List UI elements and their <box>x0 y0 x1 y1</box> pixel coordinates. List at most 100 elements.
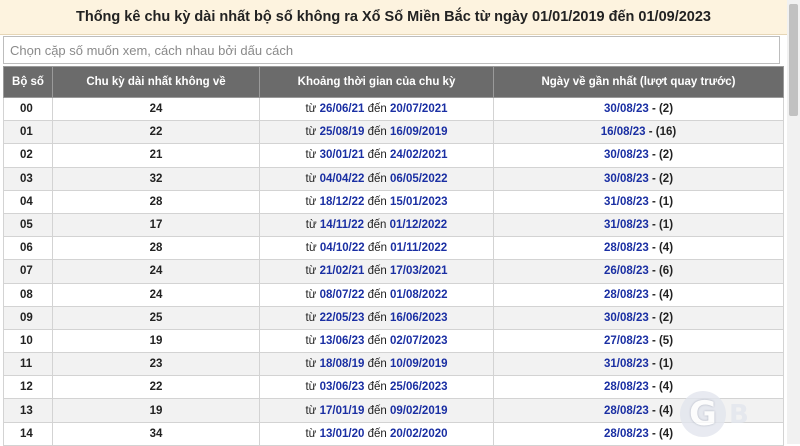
word-to: đến <box>367 311 387 324</box>
table-row: 10 19 từ 13/06/23 đến 02/07/2023 27/08/23 -… <box>3 328 784 354</box>
last-date-link[interactable]: 31/08/23 <box>604 196 649 208</box>
last-date-link[interactable]: 31/08/23 <box>604 358 649 370</box>
word-from: từ <box>305 103 317 116</box>
date-from-link[interactable]: 04/04/22 <box>320 173 365 185</box>
table-row: 06 28 từ 04/10/22 đến 01/11/2022 28/08/23 -… <box>3 236 784 261</box>
cell-period: từ 17/01/19 đến 09/02/2019 <box>259 398 494 423</box>
turns-count: - (2) <box>651 172 674 185</box>
cell-last-date: 28/08/23 - (4) <box>493 375 784 400</box>
last-date-link[interactable]: 30/08/23 <box>604 312 649 324</box>
last-date-link[interactable]: 30/08/23 <box>604 103 649 115</box>
last-date-link[interactable]: 31/08/23 <box>604 219 649 231</box>
last-date-link[interactable]: 26/08/23 <box>604 265 649 277</box>
word-to: đến <box>367 126 387 139</box>
date-from-link[interactable]: 04/10/22 <box>320 242 365 254</box>
word-from: từ <box>305 126 317 139</box>
cell-period: từ 25/08/19 đến 16/09/2019 <box>259 120 494 145</box>
date-from-link[interactable]: 03/06/23 <box>320 381 365 393</box>
word-to: đến <box>367 195 387 208</box>
table-row: 14 34 từ 13/01/20 đến 20/02/2020 28/08/23 -… <box>3 421 784 446</box>
date-to-link[interactable]: 20/02/2020 <box>390 428 448 440</box>
date-to-link[interactable]: 16/09/2019 <box>390 126 448 138</box>
cell-cycle: 23 <box>52 352 260 377</box>
date-from-link[interactable]: 14/11/22 <box>320 219 364 231</box>
date-to-link[interactable]: 24/02/2021 <box>390 149 448 161</box>
date-to-link[interactable]: 25/06/2023 <box>390 381 448 393</box>
cell-period: từ 13/06/23 đến 02/07/2023 <box>259 328 494 354</box>
turns-count: - (6) <box>651 265 674 278</box>
last-date-link[interactable]: 30/08/23 <box>604 173 649 185</box>
page-title: Thống kê chu kỳ dài nhất bộ số không ra … <box>0 0 787 35</box>
turns-count: - (4) <box>651 381 674 394</box>
turns-count: - (4) <box>651 242 674 255</box>
cell-pair: 05 <box>3 212 53 238</box>
date-to-link[interactable]: 01/12/2022 <box>390 219 448 231</box>
cell-period: từ 30/01/21 đến 24/02/2021 <box>259 143 494 168</box>
last-date-link[interactable]: 28/08/23 <box>604 381 649 393</box>
date-to-link[interactable]: 06/05/2022 <box>390 173 448 185</box>
turns-count: - (2) <box>651 103 674 116</box>
table-row: 05 17 từ 14/11/22 đến 01/12/2022 31/08/23 -… <box>3 212 784 238</box>
date-from-link[interactable]: 22/05/23 <box>320 312 365 324</box>
date-to-link[interactable]: 01/08/2022 <box>390 289 448 301</box>
cell-cycle: 34 <box>52 421 260 446</box>
word-from: từ <box>305 381 317 394</box>
date-from-link[interactable]: 17/01/19 <box>320 405 365 417</box>
date-from-link[interactable]: 13/06/23 <box>320 335 365 347</box>
last-date-link[interactable]: 30/08/23 <box>604 149 649 161</box>
date-to-link[interactable]: 10/09/2019 <box>390 358 448 370</box>
cell-period: từ 22/05/23 đến 16/06/2023 <box>259 305 494 330</box>
cell-last-date: 27/08/23 - (5) <box>493 328 784 354</box>
table-row: 01 22 từ 25/08/19 đến 16/09/2019 16/08/23 -… <box>3 120 784 145</box>
header-last-date[interactable]: Ngày về gần nhất (lượt quay trước) <box>493 66 784 98</box>
date-from-link[interactable]: 08/07/22 <box>320 289 365 301</box>
scrollbar-thumb[interactable] <box>789 4 798 116</box>
scrollbar[interactable] <box>787 0 800 444</box>
date-from-link[interactable]: 30/01/21 <box>320 149 365 161</box>
date-to-link[interactable]: 15/01/2023 <box>390 196 448 208</box>
search-input[interactable] <box>3 36 780 64</box>
last-date-link[interactable]: 28/08/23 <box>604 242 649 254</box>
date-from-link[interactable]: 21/02/21 <box>320 265 365 277</box>
date-from-link[interactable]: 26/06/21 <box>320 103 365 115</box>
cell-period: từ 14/11/22 đến 01/12/2022 <box>259 212 494 238</box>
word-from: từ <box>305 427 317 440</box>
word-to: đến <box>367 149 387 162</box>
date-from-link[interactable]: 13/01/20 <box>320 428 365 440</box>
last-date-link[interactable]: 28/08/23 <box>604 428 649 440</box>
cell-pair: 04 <box>3 189 53 214</box>
date-to-link[interactable]: 09/02/2019 <box>390 405 448 417</box>
date-to-link[interactable]: 16/06/2023 <box>390 312 448 324</box>
header-cycle[interactable]: Chu kỳ dài nhất không về <box>52 66 260 98</box>
date-to-link[interactable]: 01/11/2022 <box>390 242 447 254</box>
last-date-link[interactable]: 27/08/23 <box>604 335 649 347</box>
cell-pair: 06 <box>3 236 53 261</box>
word-to: đến <box>367 242 388 255</box>
last-date-link[interactable]: 28/08/23 <box>604 405 649 417</box>
table-row: 04 28 từ 18/12/22 đến 15/01/2023 31/08/23 -… <box>3 189 784 214</box>
cell-pair: 03 <box>3 166 53 191</box>
date-to-link[interactable]: 20/07/2021 <box>390 103 448 115</box>
word-to: đến <box>367 358 387 371</box>
turns-count: - (4) <box>651 288 674 301</box>
table-row: 00 24 từ 26/06/21 đến 20/07/2021 30/08/23 -… <box>3 96 784 122</box>
date-to-link[interactable]: 17/03/2021 <box>390 265 448 277</box>
header-period[interactable]: Khoảng thời gian của chu kỳ <box>259 66 494 98</box>
date-from-link[interactable]: 18/12/22 <box>320 196 365 208</box>
last-date-link[interactable]: 16/08/23 <box>601 126 646 138</box>
cell-cycle: 22 <box>52 120 260 145</box>
cell-cycle: 32 <box>52 166 260 191</box>
cell-cycle: 28 <box>52 189 260 214</box>
date-to-link[interactable]: 02/07/2023 <box>390 335 448 347</box>
cell-cycle: 24 <box>52 96 260 122</box>
cell-period: từ 13/01/20 đến 20/02/2020 <box>259 421 494 446</box>
date-from-link[interactable]: 25/08/19 <box>320 126 365 138</box>
cell-pair: 09 <box>3 305 53 330</box>
last-date-link[interactable]: 28/08/23 <box>604 289 649 301</box>
cell-pair: 14 <box>3 421 53 446</box>
date-from-link[interactable]: 18/08/19 <box>320 358 365 370</box>
word-from: từ <box>305 242 317 255</box>
cell-cycle: 22 <box>52 375 260 400</box>
header-pair[interactable]: Bộ số <box>3 66 53 98</box>
cell-last-date: 26/08/23 - (6) <box>493 259 784 284</box>
